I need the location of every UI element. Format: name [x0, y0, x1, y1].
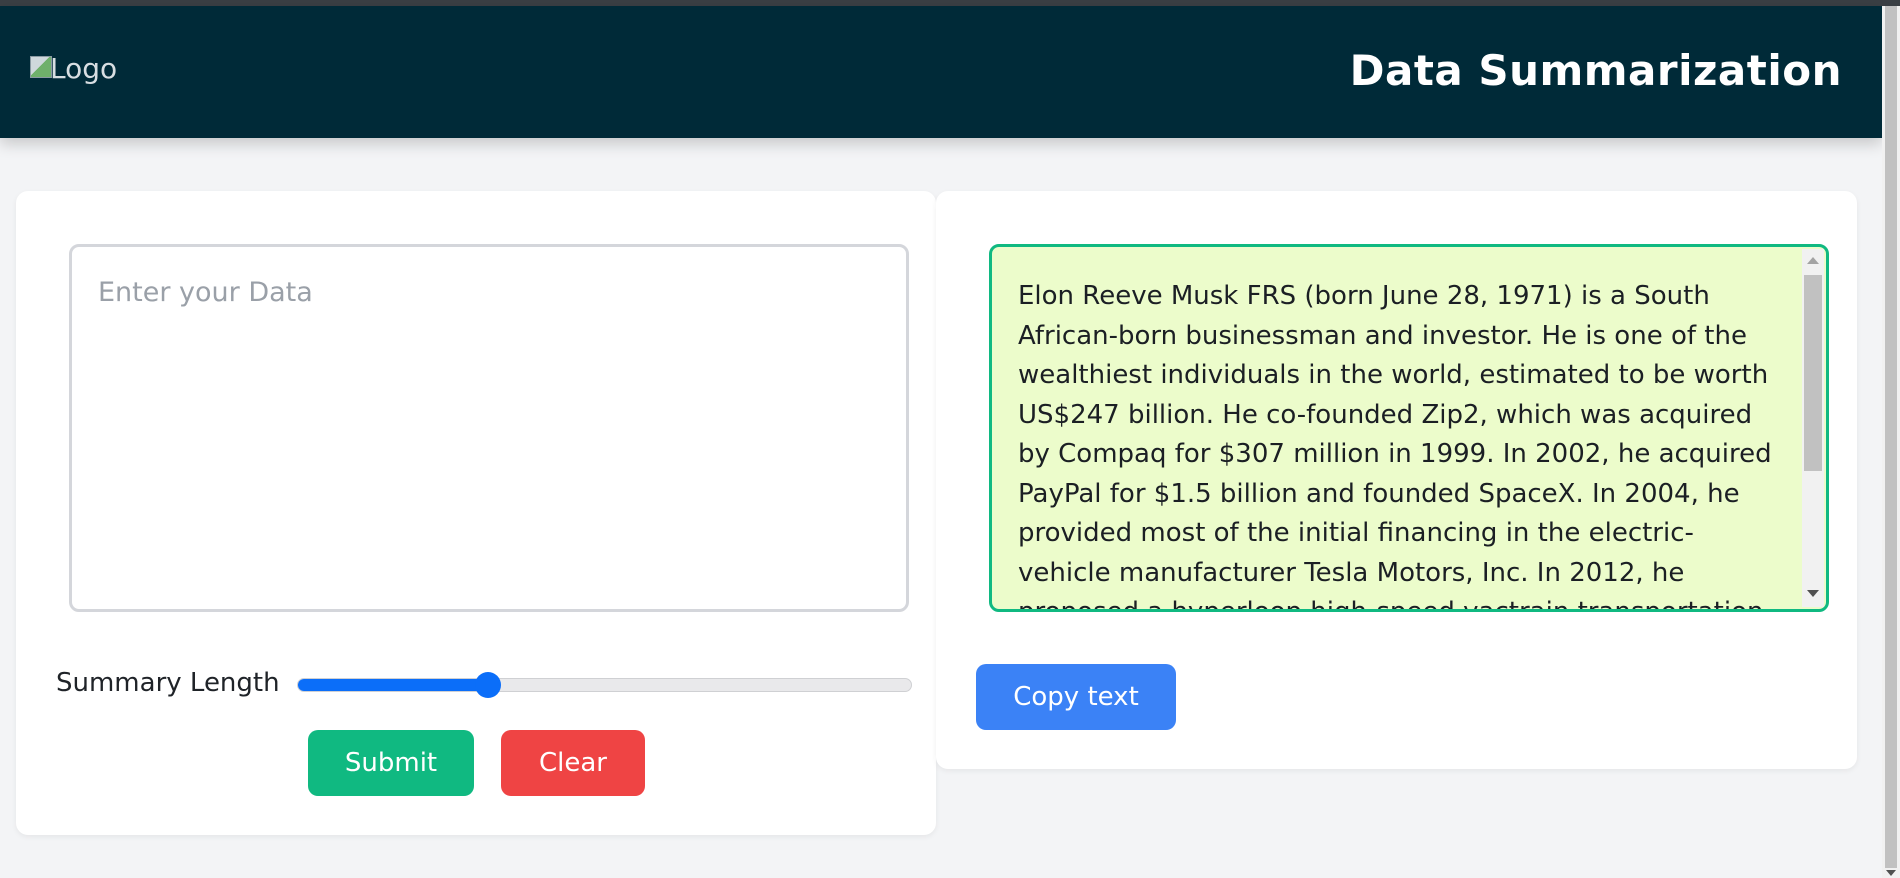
- page-title: Data Summarization: [1349, 46, 1842, 95]
- scroll-up-arrow-icon[interactable]: [1807, 257, 1819, 264]
- copy-text-button[interactable]: Copy text: [976, 664, 1176, 730]
- summary-text: Elon Reeve Musk FRS (born June 28, 1971)…: [1018, 281, 1772, 612]
- summary-length-slider[interactable]: [297, 672, 912, 698]
- logo: Logo: [30, 52, 117, 85]
- submit-button[interactable]: Submit: [308, 730, 474, 796]
- scroll-down-arrow-icon[interactable]: [1807, 590, 1819, 597]
- page-scrollbar[interactable]: [1882, 6, 1900, 878]
- logo-alt-text: Logo: [50, 52, 118, 85]
- scroll-thumb[interactable]: [1804, 275, 1822, 471]
- app-header: Logo Data Summarization: [0, 6, 1882, 138]
- clear-button[interactable]: Clear: [501, 730, 645, 796]
- summary-length-label: Summary Length: [56, 668, 280, 698]
- input-card: Summary Length Submit Clear: [16, 191, 936, 835]
- page-scroll-down-arrow-icon[interactable]: [1886, 870, 1896, 876]
- slider-fill: [298, 679, 489, 691]
- broken-image-icon: [30, 55, 52, 78]
- slider-thumb[interactable]: [475, 672, 502, 698]
- output-card: Elon Reeve Musk FRS (born June 28, 1971)…: [936, 191, 1857, 769]
- summary-output[interactable]: Elon Reeve Musk FRS (born June 28, 1971)…: [989, 244, 1829, 612]
- data-input[interactable]: [69, 244, 909, 612]
- page-scroll-thumb[interactable]: [1885, 6, 1897, 868]
- output-scrollbar[interactable]: [1802, 249, 1824, 607]
